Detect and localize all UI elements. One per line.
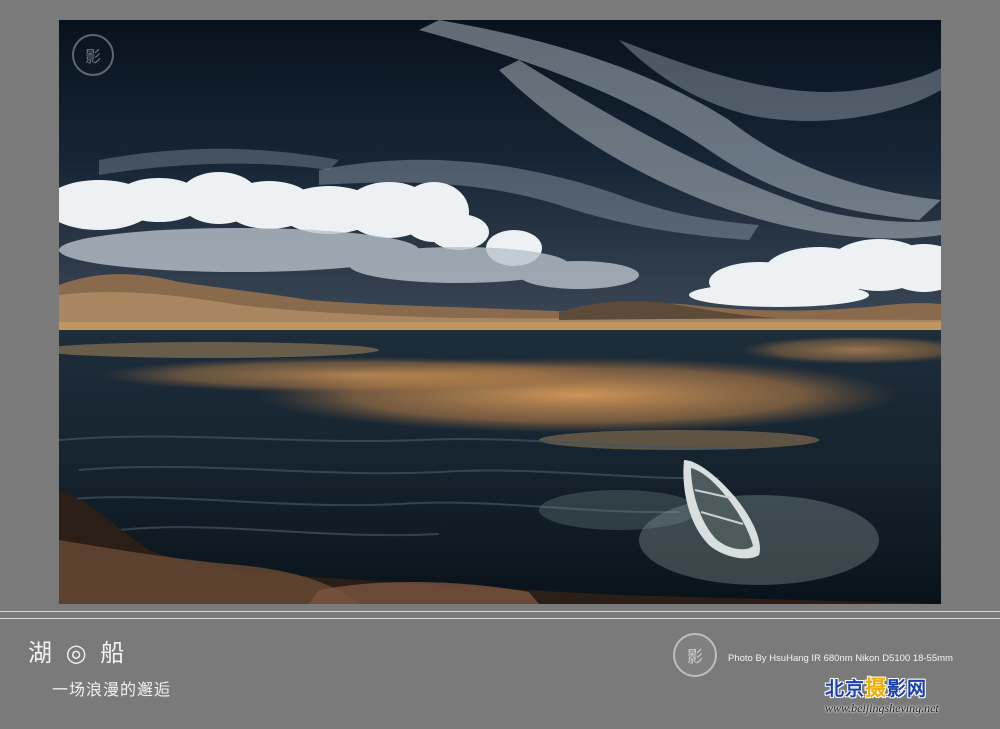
photo-credit: Photo By HsuHang IR 680nm Nikon D5100 18…	[728, 653, 953, 664]
divider	[0, 618, 1000, 619]
caption-subtitle: 一场浪漫的邂逅	[52, 680, 172, 699]
seal-glyph: 影	[84, 47, 101, 66]
logo-text: 北京摄影网	[825, 677, 987, 700]
logo-char: 网	[907, 678, 928, 700]
logo-char: 京	[845, 678, 866, 700]
photo	[59, 20, 941, 604]
seal-icon: 影	[72, 34, 114, 76]
site-logo[interactable]: 北京摄影网 www.beijingsheying.net	[825, 677, 987, 716]
logo-char: 摄	[865, 676, 888, 700]
divider	[0, 611, 1000, 612]
photo-scene	[59, 20, 941, 604]
seal-glyph: 影	[686, 647, 703, 666]
logo-char: 影	[887, 678, 908, 700]
logo-char: 北	[825, 678, 846, 700]
logo-url: www.beijingsheying.net	[825, 701, 939, 715]
seal-icon: 影	[673, 633, 717, 677]
caption-title: 湖 ◎ 船	[28, 639, 128, 667]
